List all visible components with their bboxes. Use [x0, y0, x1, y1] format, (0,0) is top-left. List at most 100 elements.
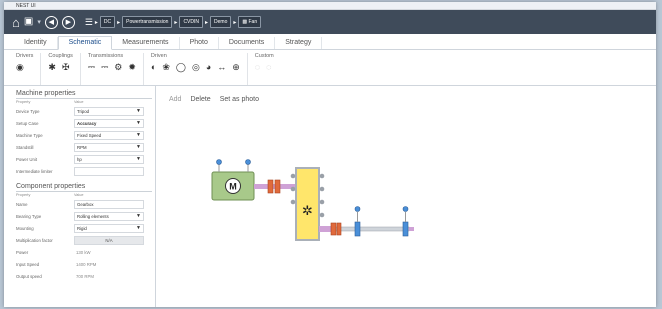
input-speed-value: 1400 RPM	[76, 261, 97, 267]
property-label: Mounting	[16, 225, 34, 231]
output-coupling[interactable]	[330, 222, 342, 236]
schematic-canvas[interactable]: Add Delete Set as photo M ✲	[156, 86, 656, 307]
property-row: Power 130 kW	[16, 246, 155, 258]
camera-dropdown-icon[interactable]: ▾	[37, 18, 41, 26]
select-value: Tripod	[77, 108, 90, 114]
multiplication-factor-button[interactable]: N/A	[74, 235, 144, 245]
select-value: RPM	[77, 144, 87, 150]
bearing-icon[interactable]: ⊕	[232, 63, 240, 72]
fan-icon[interactable]: ❀	[162, 63, 170, 72]
chevron-down-icon: ▼	[136, 120, 141, 126]
mounting-select[interactable]: Rigid ▼	[74, 223, 144, 233]
bearing-type-select[interactable]: Rolling elements ▼	[74, 211, 144, 221]
ribbon-group-label: Drivers	[16, 53, 34, 59]
gearbox-icon[interactable]: ✹	[128, 63, 136, 72]
shaft-icon[interactable]: ↔	[217, 63, 226, 72]
setup-case-select[interactable]: Accuracy ▼	[74, 118, 144, 128]
forward-icon[interactable]: ▶	[61, 15, 75, 29]
window-titlebar: NEST UI	[4, 2, 656, 10]
property-row: Bearing Type Rolling elements ▼	[16, 210, 155, 222]
motor-icon[interactable]: ◉	[16, 63, 24, 72]
custom-component-icon[interactable]: ◌	[266, 63, 271, 72]
tab-documents[interactable]: Documents	[219, 37, 276, 49]
tab-schematic[interactable]: Schematic	[57, 36, 113, 50]
chevron-down-icon: ▼	[136, 144, 141, 150]
property-label: Bearing Type	[16, 213, 42, 219]
intermediate-limiter-input[interactable]	[74, 166, 144, 176]
device-type-select[interactable]: Tripod ▼	[74, 106, 144, 116]
machine-type-select[interactable]: Fixed Speed ▼	[74, 130, 144, 140]
tab-strategy[interactable]: Strategy	[275, 37, 323, 49]
measurement-point[interactable]	[245, 159, 251, 173]
coupling-icon[interactable]: ✱	[48, 63, 56, 72]
property-label: Name	[16, 201, 28, 207]
power-unit-select[interactable]: hp ▼	[74, 154, 144, 164]
motor-component[interactable]: M	[211, 171, 255, 201]
chevron-right-icon: ▸	[174, 19, 178, 26]
breadcrumb-item[interactable]: Demo	[210, 16, 232, 28]
blower-icon[interactable]: ◎	[192, 63, 200, 72]
tab-bar: Identity Schematic Measurements Photo Do…	[4, 36, 656, 50]
property-label: Setup Case	[16, 120, 39, 126]
gear-symbol: ✲	[302, 204, 313, 219]
generator-icon[interactable]: ◕	[206, 63, 211, 72]
property-row: Standstill RPM ▼	[16, 141, 155, 153]
belt-drive-icon[interactable]: ⎓	[88, 63, 95, 72]
property-label: Intermediate limiter	[16, 168, 53, 174]
main-toolbar: ⌂ ▣ ▾ ◀ ▶ ☰ ▸ DC ▸ Powertransmission ▸ C…	[4, 10, 656, 34]
select-value: Accuracy	[77, 120, 97, 126]
chevron-down-icon: ▼	[136, 108, 141, 114]
property-row: Name Gearbox	[16, 198, 155, 210]
property-row: Power Unit hp ▼	[16, 153, 155, 165]
output-speed-value: 700 RPM	[76, 273, 94, 279]
select-value: hp	[77, 156, 82, 162]
property-label: Standstill	[16, 144, 34, 150]
input-value: Gearbox	[77, 201, 94, 207]
chevron-right-icon: ▸	[233, 19, 237, 26]
ribbon-group-label: Transmissions	[87, 53, 124, 59]
select-value: Rolling elements	[77, 213, 109, 219]
select-value: Rigid	[77, 225, 87, 231]
breadcrumb-item[interactable]: CVDIN	[179, 16, 203, 28]
component-properties-title: Component properties	[16, 183, 152, 192]
motor-symbol: M	[229, 182, 237, 192]
component-name-input[interactable]: Gearbox	[74, 199, 144, 209]
property-row: Setup Case Accuracy ▼	[16, 117, 155, 129]
tab-identity[interactable]: Identity	[14, 37, 58, 49]
pump-icon[interactable]: ◐	[151, 63, 156, 72]
home-icon[interactable]: ⌂	[12, 16, 20, 29]
breadcrumb-item[interactable]: DC	[99, 16, 116, 28]
compressor-icon[interactable]: ◯	[176, 63, 186, 72]
gear-icon[interactable]: ⚙	[114, 63, 122, 72]
tab-measurements[interactable]: Measurements	[112, 37, 180, 49]
window-title: NEST UI	[16, 3, 36, 9]
database-icon[interactable]: ☰	[85, 17, 93, 27]
bearing-component[interactable]	[402, 206, 414, 237]
component-ribbon: Drivers ◉ Couplings ✱ ✠ Transmissions ⎓ …	[4, 50, 656, 86]
power-value: 130 kW	[76, 249, 91, 255]
chain-drive-icon[interactable]: ⎓	[101, 63, 108, 72]
property-row: Multiplication factor N/A	[16, 234, 155, 246]
breadcrumb-item[interactable]: Powertransmission	[122, 16, 173, 28]
tab-photo[interactable]: Photo	[180, 37, 219, 49]
value-column-header: Value	[74, 100, 84, 104]
camera-icon[interactable]: ▣	[24, 17, 33, 27]
measurement-point[interactable]	[216, 159, 222, 173]
breadcrumb-item-current[interactable]: ▩ Fan	[238, 16, 262, 28]
property-column-header: Property	[16, 193, 31, 197]
chevron-right-icon: ▸	[205, 19, 209, 26]
property-row: Mounting Rigid ▼	[16, 222, 155, 234]
property-column-header: Property	[16, 100, 31, 104]
custom-component-icon[interactable]: ◌	[255, 63, 260, 72]
breadcrumb-item-label: Fan	[248, 19, 258, 25]
ribbon-group-label: Driven	[150, 53, 167, 59]
property-row: Output speed 700 RPM	[16, 270, 155, 282]
flexible-coupling-icon[interactable]: ✠	[62, 63, 70, 72]
ribbon-group-label: Couplings	[48, 53, 73, 59]
back-icon[interactable]: ◀	[44, 15, 58, 29]
standstill-select[interactable]: RPM ▼	[74, 142, 144, 152]
main-area: Machine properties Property Value Device…	[4, 86, 656, 307]
bearing-component[interactable]	[354, 206, 361, 237]
property-row: Intermediate limiter	[16, 165, 155, 177]
ribbon-group-transmissions: Transmissions ⎓ ⎓ ⚙ ✹	[81, 53, 144, 85]
